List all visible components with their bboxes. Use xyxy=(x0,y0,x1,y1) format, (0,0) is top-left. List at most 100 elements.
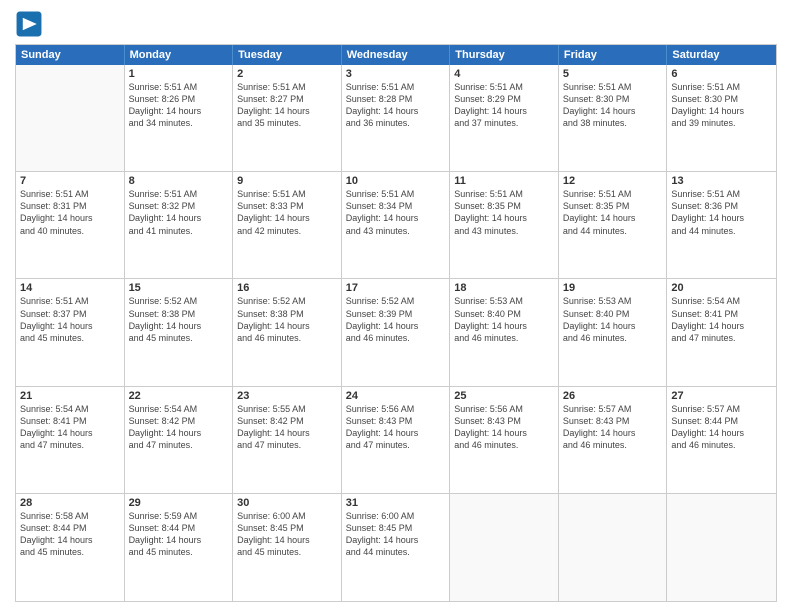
calendar-cell: 10Sunrise: 5:51 AMSunset: 8:34 PMDayligh… xyxy=(342,172,451,278)
calendar-cell: 25Sunrise: 5:56 AMSunset: 8:43 PMDayligh… xyxy=(450,387,559,493)
day-info: Sunrise: 5:51 AMSunset: 8:33 PMDaylight:… xyxy=(237,188,337,237)
calendar-cell: 31Sunrise: 6:00 AMSunset: 8:45 PMDayligh… xyxy=(342,494,451,601)
header-day-sunday: Sunday xyxy=(16,45,125,65)
calendar-cell: 4Sunrise: 5:51 AMSunset: 8:29 PMDaylight… xyxy=(450,65,559,171)
calendar-cell: 6Sunrise: 5:51 AMSunset: 8:30 PMDaylight… xyxy=(667,65,776,171)
calendar-cell xyxy=(16,65,125,171)
day-info: Sunrise: 5:51 AMSunset: 8:29 PMDaylight:… xyxy=(454,81,554,130)
calendar-cell: 13Sunrise: 5:51 AMSunset: 8:36 PMDayligh… xyxy=(667,172,776,278)
day-number: 3 xyxy=(346,68,446,80)
day-info: Sunrise: 5:58 AMSunset: 8:44 PMDaylight:… xyxy=(20,510,120,559)
calendar-cell: 27Sunrise: 5:57 AMSunset: 8:44 PMDayligh… xyxy=(667,387,776,493)
day-number: 22 xyxy=(129,390,229,402)
calendar-cell: 9Sunrise: 5:51 AMSunset: 8:33 PMDaylight… xyxy=(233,172,342,278)
day-info: Sunrise: 5:52 AMSunset: 8:38 PMDaylight:… xyxy=(129,295,229,344)
calendar-cell: 21Sunrise: 5:54 AMSunset: 8:41 PMDayligh… xyxy=(16,387,125,493)
day-info: Sunrise: 5:51 AMSunset: 8:30 PMDaylight:… xyxy=(671,81,772,130)
day-info: Sunrise: 5:56 AMSunset: 8:43 PMDaylight:… xyxy=(346,403,446,452)
day-info: Sunrise: 5:54 AMSunset: 8:41 PMDaylight:… xyxy=(20,403,120,452)
day-info: Sunrise: 6:00 AMSunset: 8:45 PMDaylight:… xyxy=(237,510,337,559)
day-number: 23 xyxy=(237,390,337,402)
day-number: 9 xyxy=(237,175,337,187)
header-day-friday: Friday xyxy=(559,45,668,65)
calendar: SundayMondayTuesdayWednesdayThursdayFrid… xyxy=(15,44,777,602)
day-info: Sunrise: 5:57 AMSunset: 8:43 PMDaylight:… xyxy=(563,403,663,452)
day-info: Sunrise: 5:51 AMSunset: 8:31 PMDaylight:… xyxy=(20,188,120,237)
header-day-saturday: Saturday xyxy=(667,45,776,65)
day-info: Sunrise: 5:51 AMSunset: 8:26 PMDaylight:… xyxy=(129,81,229,130)
header-day-tuesday: Tuesday xyxy=(233,45,342,65)
calendar-cell: 1Sunrise: 5:51 AMSunset: 8:26 PMDaylight… xyxy=(125,65,234,171)
day-info: Sunrise: 5:51 AMSunset: 8:35 PMDaylight:… xyxy=(454,188,554,237)
week-row-2: 7Sunrise: 5:51 AMSunset: 8:31 PMDaylight… xyxy=(16,172,776,279)
day-number: 12 xyxy=(563,175,663,187)
calendar-cell xyxy=(667,494,776,601)
week-row-1: 1Sunrise: 5:51 AMSunset: 8:26 PMDaylight… xyxy=(16,65,776,172)
calendar-cell: 23Sunrise: 5:55 AMSunset: 8:42 PMDayligh… xyxy=(233,387,342,493)
day-info: Sunrise: 5:52 AMSunset: 8:39 PMDaylight:… xyxy=(346,295,446,344)
calendar-cell xyxy=(450,494,559,601)
day-number: 24 xyxy=(346,390,446,402)
header xyxy=(15,10,777,38)
day-info: Sunrise: 5:56 AMSunset: 8:43 PMDaylight:… xyxy=(454,403,554,452)
calendar-cell: 20Sunrise: 5:54 AMSunset: 8:41 PMDayligh… xyxy=(667,279,776,385)
day-number: 10 xyxy=(346,175,446,187)
calendar-cell: 29Sunrise: 5:59 AMSunset: 8:44 PMDayligh… xyxy=(125,494,234,601)
calendar-cell: 18Sunrise: 5:53 AMSunset: 8:40 PMDayligh… xyxy=(450,279,559,385)
day-number: 8 xyxy=(129,175,229,187)
day-info: Sunrise: 5:51 AMSunset: 8:36 PMDaylight:… xyxy=(671,188,772,237)
calendar-cell: 5Sunrise: 5:51 AMSunset: 8:30 PMDaylight… xyxy=(559,65,668,171)
day-info: Sunrise: 5:59 AMSunset: 8:44 PMDaylight:… xyxy=(129,510,229,559)
calendar-cell: 28Sunrise: 5:58 AMSunset: 8:44 PMDayligh… xyxy=(16,494,125,601)
page: SundayMondayTuesdayWednesdayThursdayFrid… xyxy=(0,0,792,612)
day-number: 18 xyxy=(454,282,554,294)
day-number: 31 xyxy=(346,497,446,509)
day-number: 15 xyxy=(129,282,229,294)
day-info: Sunrise: 5:53 AMSunset: 8:40 PMDaylight:… xyxy=(454,295,554,344)
week-row-5: 28Sunrise: 5:58 AMSunset: 8:44 PMDayligh… xyxy=(16,494,776,601)
day-info: Sunrise: 6:00 AMSunset: 8:45 PMDaylight:… xyxy=(346,510,446,559)
day-number: 2 xyxy=(237,68,337,80)
day-info: Sunrise: 5:52 AMSunset: 8:38 PMDaylight:… xyxy=(237,295,337,344)
day-number: 29 xyxy=(129,497,229,509)
calendar-cell: 7Sunrise: 5:51 AMSunset: 8:31 PMDaylight… xyxy=(16,172,125,278)
day-number: 7 xyxy=(20,175,120,187)
logo xyxy=(15,10,45,38)
day-info: Sunrise: 5:51 AMSunset: 8:32 PMDaylight:… xyxy=(129,188,229,237)
week-row-3: 14Sunrise: 5:51 AMSunset: 8:37 PMDayligh… xyxy=(16,279,776,386)
calendar-cell: 16Sunrise: 5:52 AMSunset: 8:38 PMDayligh… xyxy=(233,279,342,385)
day-number: 14 xyxy=(20,282,120,294)
day-number: 19 xyxy=(563,282,663,294)
calendar-cell: 3Sunrise: 5:51 AMSunset: 8:28 PMDaylight… xyxy=(342,65,451,171)
calendar-cell: 12Sunrise: 5:51 AMSunset: 8:35 PMDayligh… xyxy=(559,172,668,278)
day-info: Sunrise: 5:57 AMSunset: 8:44 PMDaylight:… xyxy=(671,403,772,452)
calendar-body: 1Sunrise: 5:51 AMSunset: 8:26 PMDaylight… xyxy=(16,65,776,601)
day-number: 13 xyxy=(671,175,772,187)
day-info: Sunrise: 5:54 AMSunset: 8:42 PMDaylight:… xyxy=(129,403,229,452)
day-info: Sunrise: 5:51 AMSunset: 8:34 PMDaylight:… xyxy=(346,188,446,237)
day-number: 21 xyxy=(20,390,120,402)
day-number: 6 xyxy=(671,68,772,80)
day-number: 16 xyxy=(237,282,337,294)
day-number: 17 xyxy=(346,282,446,294)
header-day-wednesday: Wednesday xyxy=(342,45,451,65)
calendar-cell: 26Sunrise: 5:57 AMSunset: 8:43 PMDayligh… xyxy=(559,387,668,493)
day-number: 28 xyxy=(20,497,120,509)
calendar-cell: 15Sunrise: 5:52 AMSunset: 8:38 PMDayligh… xyxy=(125,279,234,385)
calendar-cell: 8Sunrise: 5:51 AMSunset: 8:32 PMDaylight… xyxy=(125,172,234,278)
day-info: Sunrise: 5:51 AMSunset: 8:37 PMDaylight:… xyxy=(20,295,120,344)
header-day-monday: Monday xyxy=(125,45,234,65)
day-info: Sunrise: 5:53 AMSunset: 8:40 PMDaylight:… xyxy=(563,295,663,344)
day-number: 5 xyxy=(563,68,663,80)
day-info: Sunrise: 5:55 AMSunset: 8:42 PMDaylight:… xyxy=(237,403,337,452)
day-info: Sunrise: 5:51 AMSunset: 8:27 PMDaylight:… xyxy=(237,81,337,130)
calendar-cell: 2Sunrise: 5:51 AMSunset: 8:27 PMDaylight… xyxy=(233,65,342,171)
day-number: 26 xyxy=(563,390,663,402)
calendar-cell: 14Sunrise: 5:51 AMSunset: 8:37 PMDayligh… xyxy=(16,279,125,385)
calendar-cell: 30Sunrise: 6:00 AMSunset: 8:45 PMDayligh… xyxy=(233,494,342,601)
day-number: 1 xyxy=(129,68,229,80)
logo-icon xyxy=(15,10,43,38)
calendar-header: SundayMondayTuesdayWednesdayThursdayFrid… xyxy=(16,45,776,65)
day-number: 20 xyxy=(671,282,772,294)
day-number: 4 xyxy=(454,68,554,80)
